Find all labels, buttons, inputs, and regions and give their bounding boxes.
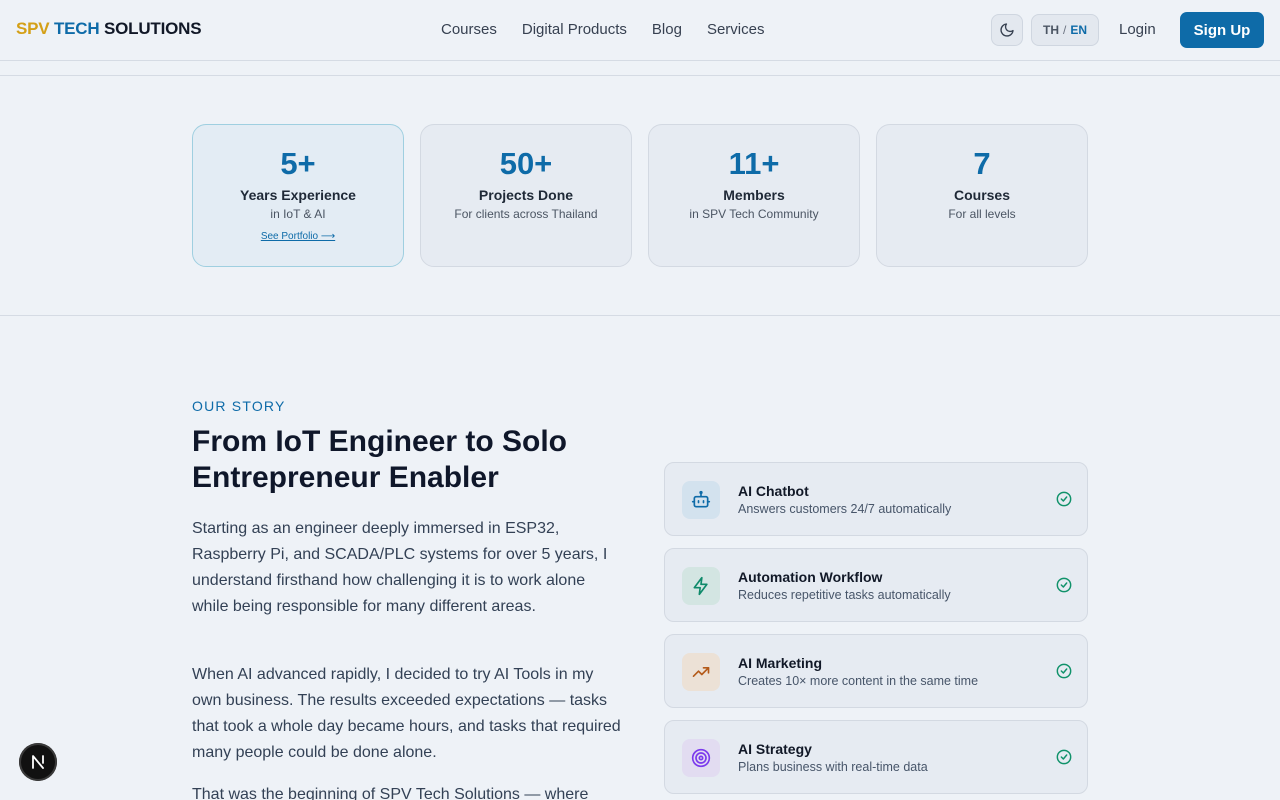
stat-number: 5+ [280,146,316,181]
stat-subtext: For all levels [948,207,1016,221]
feature-title: Automation Workflow [738,569,883,585]
section-divider [0,315,1280,316]
story-title: From IoT Engineer to Solo Entrepreneur E… [192,425,567,494]
check-circle-icon [1056,491,1072,507]
logo-part-tech: TECH [53,19,100,38]
stat-subtext: in IoT & AI [270,207,326,221]
stat-label: Projects Done [478,187,574,203]
stat-number: 50+ [499,146,553,181]
nextjs-dev-badge[interactable] [19,743,57,781]
site-logo[interactable]: SPV TECH SOLUTIONS [16,19,202,39]
feature-title: AI Chatbot [738,483,809,499]
feature-card-automation-workflow: Automation Workflow Reduces repetitive t… [664,548,1088,622]
story-paragraph: That was the beginning of SPV Tech Solut… [192,786,589,800]
robot-icon [682,481,720,519]
nextjs-logo-icon [32,755,44,769]
nav-digital-products[interactable]: Digital Products [522,21,627,38]
story-eyebrow: OUR STORY [192,398,286,414]
stat-label: Courses [953,187,1011,203]
nav-blog[interactable]: Blog [652,21,682,38]
feature-description: Creates 10× more content in the same tim… [738,674,979,688]
nav-services[interactable]: Services [707,21,765,38]
stat-subtext: in SPV Tech Community [689,207,819,221]
feature-description: Answers customers 24/7 automatically [738,502,952,516]
feature-title: AI Marketing [738,655,823,671]
logo-part-solutions: SOLUTIONS [103,19,202,38]
moon-icon [1000,23,1014,37]
signup-button[interactable]: Sign Up [1180,12,1264,48]
nav-courses[interactable]: Courses [441,21,497,38]
lang-separator: / [1062,23,1067,37]
feature-description: Reduces repetitive tasks automatically [738,588,951,602]
stat-card-courses: 7 Courses For all levels [876,124,1088,267]
site-header: SPV TECH SOLUTIONS Courses Digital Produ… [0,0,1280,61]
lightning-icon [682,567,720,605]
section-divider [0,75,1280,76]
trending-up-icon [682,653,720,691]
feature-card-ai-chatbot: AI Chatbot Answers customers 24/7 automa… [664,462,1088,536]
stat-number: 11+ [728,146,780,181]
stat-label: Members [723,187,785,203]
check-circle-icon [1056,749,1072,765]
feature-card-ai-strategy: AI Strategy Plans business with real-tim… [664,720,1088,794]
lang-th: TH [1042,23,1059,37]
check-circle-icon [1056,577,1072,593]
story-paragraph: Starting as an engineer deeply immersed … [192,520,608,615]
login-link[interactable]: Login [1119,21,1156,38]
feature-card-ai-marketing: AI Marketing Creates 10× more content in… [664,634,1088,708]
feature-description: Plans business with real-time data [738,760,928,774]
lang-en: EN [1070,23,1087,37]
stat-card-experience: 5+ Years Experience in IoT & AI See Port… [192,124,404,267]
theme-toggle-button[interactable] [991,14,1023,46]
story-paragraph: When AI advanced rapidly, I decided to t… [192,666,621,761]
main-nav: Courses Digital Products Blog Services [441,21,764,38]
stat-subtext: For clients across Thailand [454,207,598,221]
check-circle-icon [1056,663,1072,679]
target-icon [682,739,720,777]
language-switcher[interactable]: TH / EN [1031,14,1099,46]
logo-part-spv: SPV [16,19,50,38]
stat-card-members: 11+ Members in SPV Tech Community [648,124,860,267]
see-portfolio-link[interactable]: See Portfolio ⟶ [261,231,335,242]
stat-card-projects: 50+ Projects Done For clients across Tha… [420,124,632,267]
stat-label: Years Experience [240,187,356,203]
stat-number: 7 [973,146,991,181]
feature-title: AI Strategy [738,741,812,757]
